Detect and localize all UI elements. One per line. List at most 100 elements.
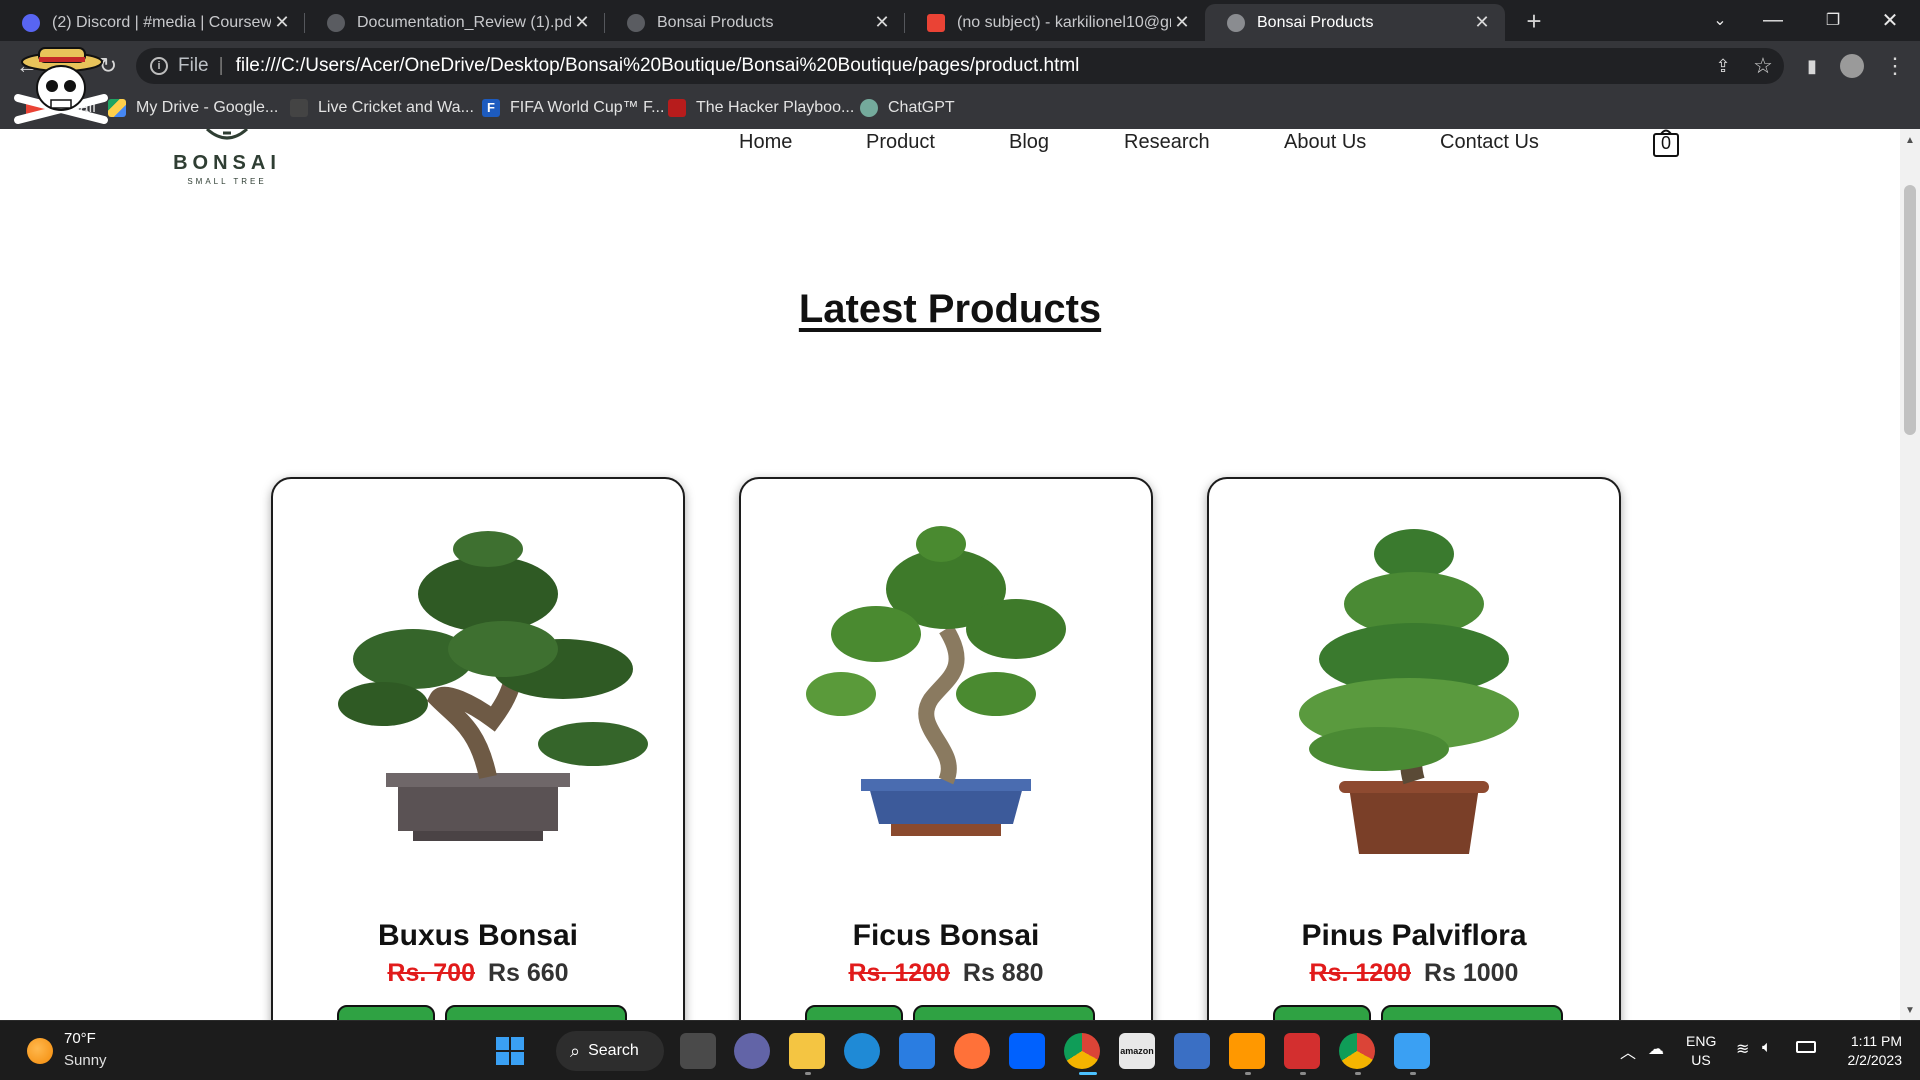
sun-weather-icon[interactable] — [27, 1038, 53, 1064]
site-info-icon[interactable]: i — [150, 57, 168, 75]
nav-home[interactable]: Home — [739, 131, 792, 154]
fifa-icon: F — [482, 99, 500, 117]
sale-price: Rs 660 — [487, 959, 569, 987]
menu-kebab-icon[interactable]: ⋮ — [1880, 51, 1910, 81]
firefox-icon[interactable] — [954, 1033, 990, 1069]
add-to-cart-button[interactable]: Add to Cart — [445, 1005, 627, 1020]
weather-condition[interactable]: Sunny — [64, 1052, 107, 1069]
clock-date: 2/2/2023 — [1847, 1052, 1903, 1068]
bookmark-my-drive[interactable]: My Drive - Google... — [108, 99, 278, 117]
windows-start-icon[interactable] — [492, 1033, 528, 1069]
logo-tagline: SMALL TREE — [187, 177, 267, 186]
close-tab-icon[interactable]: ✕ — [271, 12, 293, 33]
buxus-bonsai-image — [338, 531, 648, 841]
amazon-icon[interactable]: amazon — [1119, 1033, 1155, 1069]
bookmark-fifa[interactable]: F FIFA World Cup™ F... — [482, 99, 664, 117]
minimize-icon[interactable]: — — [1745, 0, 1801, 40]
tab-search-icon[interactable]: ⌄ — [1692, 0, 1748, 40]
product-price: Rs. 700 Rs 660 — [273, 959, 683, 988]
running-indicator — [1410, 1072, 1416, 1075]
nav-product[interactable]: Product — [866, 131, 935, 154]
taskbar-search[interactable]: ⌕ Search — [556, 1031, 664, 1071]
tab-bonsai-products-active[interactable]: Bonsai Products ✕ — [1205, 4, 1505, 41]
buy-button[interactable]: Buy — [1273, 1005, 1371, 1020]
tab-bonsai-products[interactable]: Bonsai Products ✕ — [605, 4, 905, 41]
scrollbar-thumb[interactable] — [1904, 185, 1916, 435]
clock[interactable]: 1:11 PM 2/2/2023 — [1836, 1033, 1903, 1068]
close-tab-icon[interactable]: ✕ — [1471, 12, 1493, 33]
bonsai-logo[interactable]: BONSAI SMALL TREE — [162, 129, 292, 186]
new-tab-button[interactable]: + — [1518, 6, 1550, 36]
language-line1: ENG — [1686, 1033, 1717, 1049]
volume-icon[interactable]: 🔈︎ — [1762, 1039, 1772, 1057]
cart-button[interactable]: 0 — [1652, 129, 1680, 157]
original-price: Rs. 1200 — [1309, 959, 1411, 987]
bookmark-label: My Drive - Google... — [136, 99, 279, 116]
globe-icon — [327, 13, 345, 32]
microsoft-store-icon[interactable] — [899, 1033, 935, 1069]
bookmark-star-icon[interactable]: ☆ — [1748, 51, 1778, 81]
ficus-bonsai-image — [806, 526, 1066, 836]
teams-chat-icon[interactable] — [734, 1033, 770, 1069]
file-explorer-icon[interactable] — [789, 1033, 825, 1069]
search-icon: ⌕ — [570, 1040, 581, 1061]
product-price: Rs. 1200 Rs 880 — [741, 959, 1151, 988]
buy-button[interactable]: Buy — [805, 1005, 903, 1020]
bookmark-hacker-playbook[interactable]: The Hacker Playboo... — [668, 99, 854, 117]
tab-title: Documentation_Review (1).pdf — [357, 13, 571, 31]
scroll-down-arrow-icon[interactable]: ▼ — [1900, 1005, 1920, 1016]
product-name: Pinus Palviflora — [1301, 919, 1527, 952]
globe-icon — [1227, 13, 1245, 32]
buy-button[interactable]: Buy — [337, 1005, 435, 1020]
close-tab-icon[interactable]: ✕ — [871, 12, 893, 33]
wifi-icon[interactable]: ≋ — [1736, 1039, 1749, 1059]
sale-price: Rs 880 — [962, 959, 1044, 987]
running-indicator — [1300, 1072, 1306, 1075]
share-icon[interactable]: ⇪ — [1708, 51, 1738, 81]
add-to-cart-button[interactable]: Add to Cart — [1381, 1005, 1563, 1020]
page-scrollbar[interactable]: ▲ ▼ — [1900, 129, 1920, 1020]
tab-documentation-pdf[interactable]: Documentation_Review (1).pdf ✕ — [305, 4, 605, 41]
nav-research[interactable]: Research — [1124, 131, 1210, 154]
chrome-icon[interactable] — [1064, 1033, 1100, 1069]
bookmark-live-cricket[interactable]: Live Cricket and Wa... — [290, 99, 474, 117]
bookmark-label: FIFA World Cup™ F... — [510, 99, 665, 116]
discord-favicon-icon — [22, 13, 40, 32]
side-panel-icon[interactable]: ▮ — [1797, 51, 1827, 81]
pirate-skull-icon — [14, 47, 108, 124]
sublime-text-icon[interactable] — [1229, 1033, 1265, 1069]
battery-icon[interactable] — [1796, 1041, 1816, 1053]
bookmark-label: ChatGPT — [888, 99, 955, 116]
bookmark-label: Live Cricket and Wa... — [318, 99, 474, 116]
show-hidden-icons-chevron-icon[interactable]: ︿ — [1620, 1039, 1636, 1063]
pinus-palviflora-image — [1299, 529, 1519, 854]
edge-browser-icon[interactable] — [844, 1033, 880, 1069]
tab-discord[interactable]: (2) Discord | #media | Coursewor ✕ — [0, 4, 305, 41]
add-to-cart-button[interactable]: Add to Cart — [913, 1005, 1095, 1020]
nav-contact-us[interactable]: Contact Us — [1440, 131, 1539, 154]
chrome-profile-icon[interactable] — [1339, 1033, 1375, 1069]
task-view-icon[interactable] — [680, 1033, 716, 1069]
tab-gmail[interactable]: (no subject) - karkilionel10@gma ✕ — [905, 4, 1205, 41]
weather-temperature[interactable]: 70°F — [64, 1030, 96, 1047]
tab-title: Bonsai Products — [1257, 13, 1374, 31]
nav-about-us[interactable]: About Us — [1284, 131, 1366, 154]
address-bar[interactable]: i File | file:///C:/Users/Acer/OneDrive/… — [136, 48, 1784, 84]
dropbox-icon[interactable] — [1009, 1033, 1045, 1069]
language-indicator[interactable]: ENG US — [1686, 1033, 1716, 1068]
nav-blog[interactable]: Blog — [1009, 131, 1049, 154]
profile-avatar[interactable] — [1837, 51, 1867, 81]
onedrive-cloud-icon[interactable]: ☁ — [1648, 1039, 1664, 1059]
restore-icon[interactable]: ❐ — [1805, 0, 1861, 40]
scroll-up-arrow-icon[interactable]: ▲ — [1900, 135, 1920, 146]
chatgpt-icon — [860, 99, 878, 117]
close-window-icon[interactable]: ✕ — [1862, 0, 1918, 40]
url-text[interactable]: file:///C:/Users/Acer/OneDrive/Desktop/B… — [236, 55, 1080, 77]
acrobat-icon[interactable] — [1284, 1033, 1320, 1069]
globe-icon — [627, 13, 645, 32]
notepad-icon[interactable] — [1394, 1033, 1430, 1069]
close-tab-icon[interactable]: ✕ — [1171, 12, 1193, 33]
bookmark-chatgpt[interactable]: ChatGPT — [860, 99, 955, 117]
network-app-icon[interactable] — [1174, 1033, 1210, 1069]
close-tab-icon[interactable]: ✕ — [571, 12, 593, 33]
